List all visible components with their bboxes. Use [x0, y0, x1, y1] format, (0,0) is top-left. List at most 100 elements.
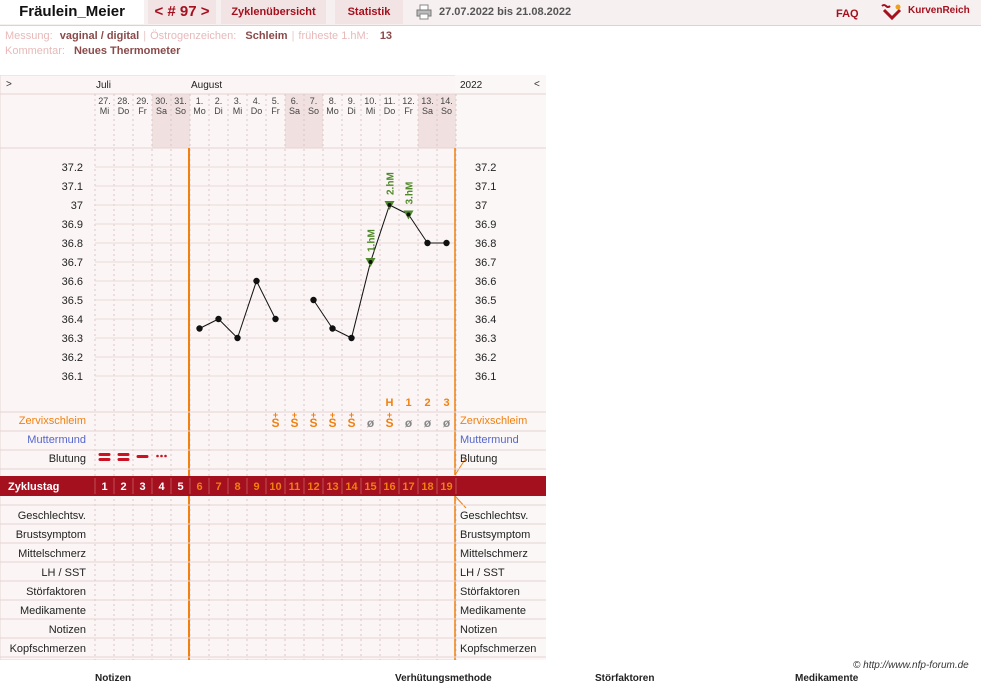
cervical-mucus-plus: +: [311, 410, 316, 420]
weekday: So: [308, 106, 319, 116]
symptom-row-label: Notizen: [460, 624, 497, 636]
peak-day-mark: H: [386, 397, 394, 409]
temperature-point: [253, 277, 260, 285]
month-label: August: [191, 80, 222, 91]
symptom-row-label: Mittelschmerz: [18, 548, 86, 560]
row-label-blutung: Blutung: [49, 453, 86, 465]
bleeding-light-dot: [156, 454, 159, 458]
y-tick-left: 36.1: [62, 371, 83, 383]
bleeding-heavy-mark: [117, 458, 130, 461]
cycle-day-number: 3: [139, 481, 145, 493]
temperature-point: [443, 239, 450, 247]
separator: |: [291, 30, 295, 42]
cycle-day-number: 16: [383, 481, 395, 493]
estrogen-value: Schleim: [245, 30, 288, 42]
y-tick-left: 36.8: [62, 238, 83, 250]
weekday: Do: [251, 106, 263, 116]
y-tick-left: 36.2: [62, 352, 83, 364]
cycle-navigation[interactable]: < # 97 >: [148, 0, 216, 24]
cycle-day-number: 12: [307, 481, 319, 493]
info-line-measurement: Messung: vaginal / digital | Östrogenzeich…: [5, 30, 392, 42]
temperature-point: [387, 203, 392, 207]
earliest-hm-label: früheste 1.hM:: [298, 30, 369, 42]
y-tick-right: 37.1: [475, 181, 496, 193]
info-line-comment: Kommentar: Neues Thermometer: [5, 45, 180, 57]
day-number: 13.: [421, 96, 434, 106]
copyright: © http://www.nfp-forum.de: [853, 660, 969, 671]
temperature-point: [234, 334, 241, 342]
symptom-row-label: Brustsymptom: [460, 529, 530, 541]
cervical-mucus-mark: ø: [443, 416, 451, 430]
cycle-day-number: 10: [269, 481, 281, 493]
day-number: 14.: [440, 96, 453, 106]
weekday: Di: [347, 106, 356, 116]
symptom-row-label: Geschlechtsv.: [18, 510, 86, 522]
logo-text[interactable]: KurvenReich: [908, 5, 970, 16]
temperature-point: [310, 296, 317, 304]
day-number: 9.: [348, 96, 356, 106]
temperature-point: [424, 239, 431, 247]
y-tick-left: 36.7: [62, 257, 83, 269]
y-tick-right: 37.2: [475, 162, 496, 174]
y-tick-left: 37.2: [62, 162, 83, 174]
symptom-row-label: LH / SST: [41, 567, 86, 579]
y-tick-left: 37: [71, 200, 83, 212]
y-tick-left: 36.9: [62, 219, 83, 231]
separator: |: [143, 30, 147, 42]
cervical-mucus-plus: +: [387, 410, 392, 420]
weekday: Fr: [138, 106, 147, 116]
higher-measurement-label: 2.hM: [386, 172, 397, 195]
day-number: 6.: [291, 96, 299, 106]
weekday: Fr: [404, 106, 413, 116]
symptom-row-label: Mittelschmerz: [460, 548, 528, 560]
footer-col-verhuetung: Verhütungsmethode: [395, 673, 492, 684]
logo-icon[interactable]: [880, 2, 904, 22]
cervical-mucus-plus: +: [273, 410, 278, 420]
footer-col-stoerfaktoren: Störfaktoren: [595, 673, 655, 684]
symptom-row-label: Medikamente: [460, 605, 526, 617]
bleeding-heavy-mark: [98, 458, 111, 461]
cycle-day-number: 4: [158, 481, 165, 493]
tab-statistik[interactable]: Statistik: [335, 0, 403, 24]
day-number: 8.: [329, 96, 337, 106]
cycle-day-number: 1: [101, 481, 107, 493]
date-range: 27.07.2022 bis 21.08.2022: [439, 6, 572, 18]
weekday: So: [441, 106, 452, 116]
day-number: 2.: [215, 96, 223, 106]
symptom-row-label: Störfaktoren: [460, 586, 520, 598]
weekday: Mi: [100, 106, 110, 116]
cycle-day-number: 5: [177, 481, 183, 493]
tab-zyklenuebersicht[interactable]: Zyklenübersicht: [221, 0, 326, 24]
y-tick-right: 36.7: [475, 257, 496, 269]
day-number: 29.: [136, 96, 149, 106]
faq-link[interactable]: FAQ: [836, 8, 859, 20]
bleeding-heavy-mark: [98, 453, 111, 456]
row-label-muttermund: Muttermund: [460, 434, 519, 446]
temperature-point: [196, 325, 203, 332]
weekday: Sa: [156, 106, 167, 116]
y-tick-right: 36.6: [475, 276, 496, 288]
temperature-point: [348, 334, 355, 342]
symptom-row-label: Kopfschmerzen: [10, 643, 86, 655]
cervical-mucus-plus: +: [292, 410, 297, 420]
cycle-day-number: 15: [364, 481, 376, 493]
higher-measurement-label: 3.hM: [405, 182, 416, 205]
cycle-day-number: 17: [402, 481, 414, 493]
day-number: 12.: [402, 96, 415, 106]
earliest-hm-value: 13: [379, 30, 393, 42]
row-label-zervixschleim: Zervixschleim: [19, 415, 86, 427]
y-tick-left: 37.1: [62, 181, 83, 193]
next-cycle-arrow[interactable]: <: [534, 79, 540, 90]
prev-cycle-arrow[interactable]: >: [6, 79, 12, 90]
cervical-mucus-mark: ø: [424, 416, 432, 430]
symptom-row-label: Störfaktoren: [26, 586, 86, 598]
footer-col-notizen: Notizen: [95, 673, 132, 684]
print-icon[interactable]: [416, 4, 432, 20]
comment-value: Neues Thermometer: [73, 45, 181, 57]
year-label: 2022: [460, 80, 483, 91]
symptom-row-label: Notizen: [49, 624, 86, 636]
weekday: Sa: [422, 106, 433, 116]
weekday: Do: [384, 106, 396, 116]
peak-day-mark: 3: [443, 397, 449, 409]
weekday: Sa: [289, 106, 300, 116]
